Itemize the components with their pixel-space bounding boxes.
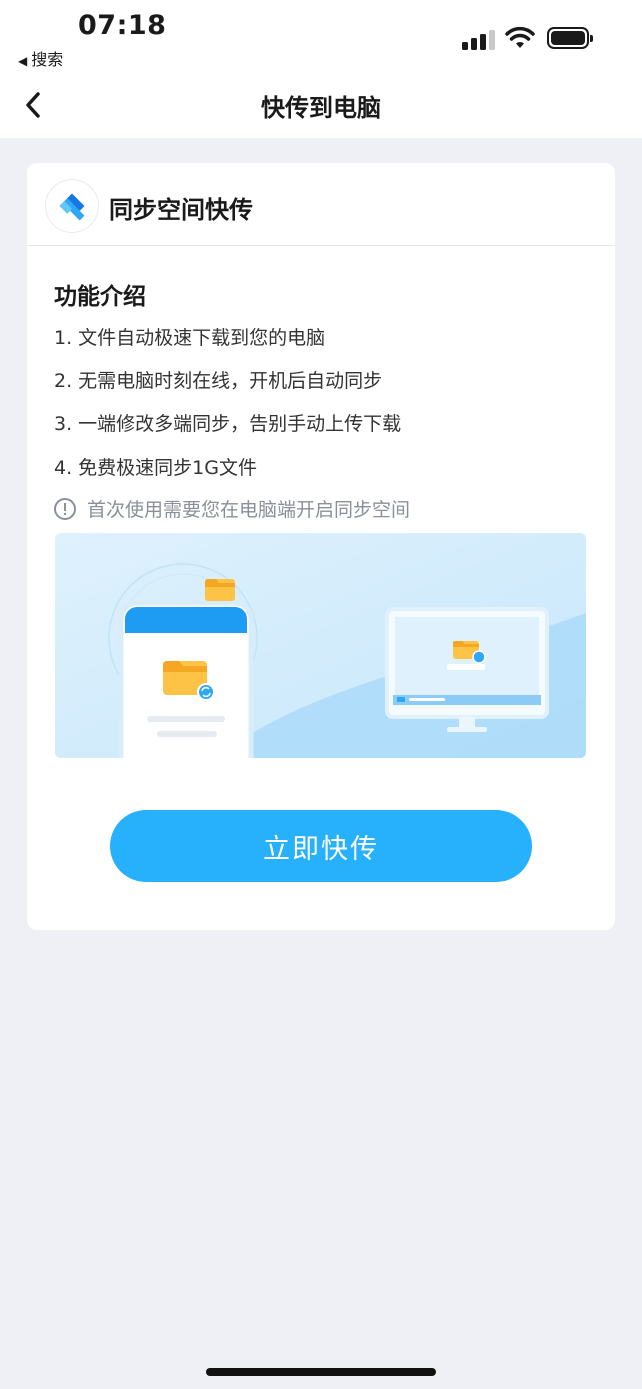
page-title: 快传到电脑	[261, 94, 381, 122]
feature-item: 4. 免费极速同步1G文件	[54, 457, 257, 479]
feature-item: 2. 无需电脑时刻在线，开机后自动同步	[54, 370, 383, 392]
info-icon	[54, 497, 76, 520]
section-title: 功能介绍	[54, 284, 146, 310]
first-use-notice: 首次使用需要您在电脑端开启同步空间	[54, 495, 410, 522]
back-to-app-link[interactable]: ◀ 搜索	[18, 46, 63, 70]
home-indicator[interactable]	[206, 1368, 436, 1376]
card-title: 同步空间快传	[109, 196, 253, 224]
card-header: 同步空间快传	[27, 163, 615, 246]
battery-icon	[547, 27, 593, 49]
wifi-icon	[505, 26, 535, 48]
back-triangle-icon: ◀	[18, 54, 28, 68]
cellular-signal-icon	[462, 30, 495, 50]
quick-transfer-button[interactable]: 立即快传	[110, 810, 532, 882]
feature-item: 3. 一端修改多端同步，告别手动上传下载	[54, 413, 402, 435]
sync-space-logo-icon	[45, 179, 99, 233]
quick-transfer-card: 同步空间快传 功能介绍 1. 文件自动极速下载到您的电脑 2. 无需电脑时刻在线…	[27, 163, 615, 930]
back-app-label: 搜索	[31, 50, 64, 69]
status-time: 07:18	[78, 10, 167, 41]
status-bar: 07:18 ◀ 搜索	[0, 0, 642, 72]
phone-to-computer-illustration	[55, 533, 586, 758]
notice-text: 首次使用需要您在电脑端开启同步空间	[87, 499, 411, 521]
navigation-bar: 快传到电脑	[0, 72, 642, 138]
feature-item: 1. 文件自动极速下载到您的电脑	[54, 327, 326, 349]
